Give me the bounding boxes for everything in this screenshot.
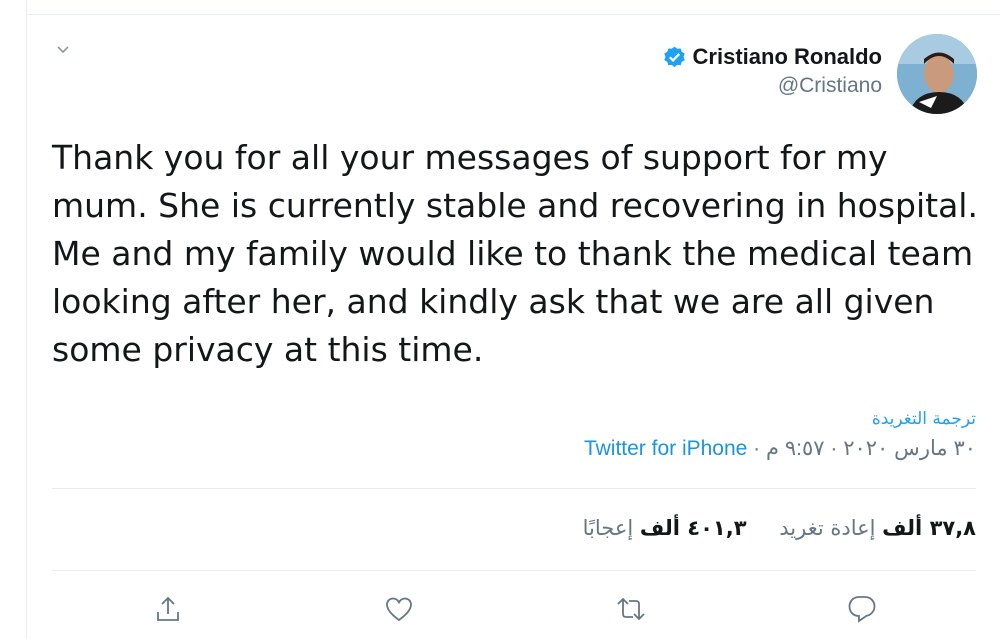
meta-separator: · [824, 437, 844, 460]
avatar-image [897, 34, 977, 114]
divider [52, 570, 976, 571]
tweet-author[interactable]: Cristiano Ronaldo @Cristiano [662, 44, 882, 98]
reply-icon [848, 596, 876, 623]
avatar[interactable] [897, 34, 977, 114]
author-name[interactable]: Cristiano Ronaldo [693, 44, 882, 70]
timeline-border [26, 0, 27, 639]
tweet-date[interactable]: ٣٠ مارس ٢٠٢٠ [843, 437, 976, 460]
tweet-source[interactable]: Twitter for iPhone [584, 437, 747, 460]
retweets-label: إعادة تغريد [779, 516, 876, 540]
retweet-icon [617, 597, 645, 621]
tweet-text: Thank you for all your messages of suppo… [52, 138, 978, 369]
likes-stat[interactable]: ٤٠١,٣ ألف إعجابًا [583, 516, 747, 540]
divider [26, 14, 1000, 15]
like-button[interactable] [382, 592, 416, 626]
likes-label: إعجابًا [582, 516, 634, 540]
tweet-stats: ٣٧,٨ ألف إعادة تغريد ٤٠١,٣ ألف إعجابًا [557, 516, 976, 540]
chevron-down-icon[interactable] [55, 41, 71, 57]
retweets-count: ٣٧,٨ ألف [882, 516, 976, 540]
verified-badge-icon [663, 46, 685, 67]
divider [52, 488, 976, 489]
retweets-stat[interactable]: ٣٧,٨ ألف إعادة تغريد [779, 516, 976, 540]
heart-icon [386, 597, 412, 622]
likes-count: ٤٠١,٣ ألف [639, 516, 747, 540]
share-icon [157, 596, 179, 621]
retweet-button[interactable] [614, 592, 648, 626]
tweet-time[interactable]: ٩:٥٧ م [766, 437, 825, 460]
meta-separator: · [747, 437, 767, 460]
tweet-metadata: Twitter for iPhone · ٣٠ مارس ٢٠٢٠ · ٩:٥٧… [584, 436, 976, 461]
translate-tweet-link[interactable]: ترجمة التغريدة [872, 409, 976, 429]
reply-button[interactable] [845, 592, 879, 626]
author-handle[interactable]: @Cristiano [662, 74, 882, 98]
share-button[interactable] [151, 592, 185, 626]
